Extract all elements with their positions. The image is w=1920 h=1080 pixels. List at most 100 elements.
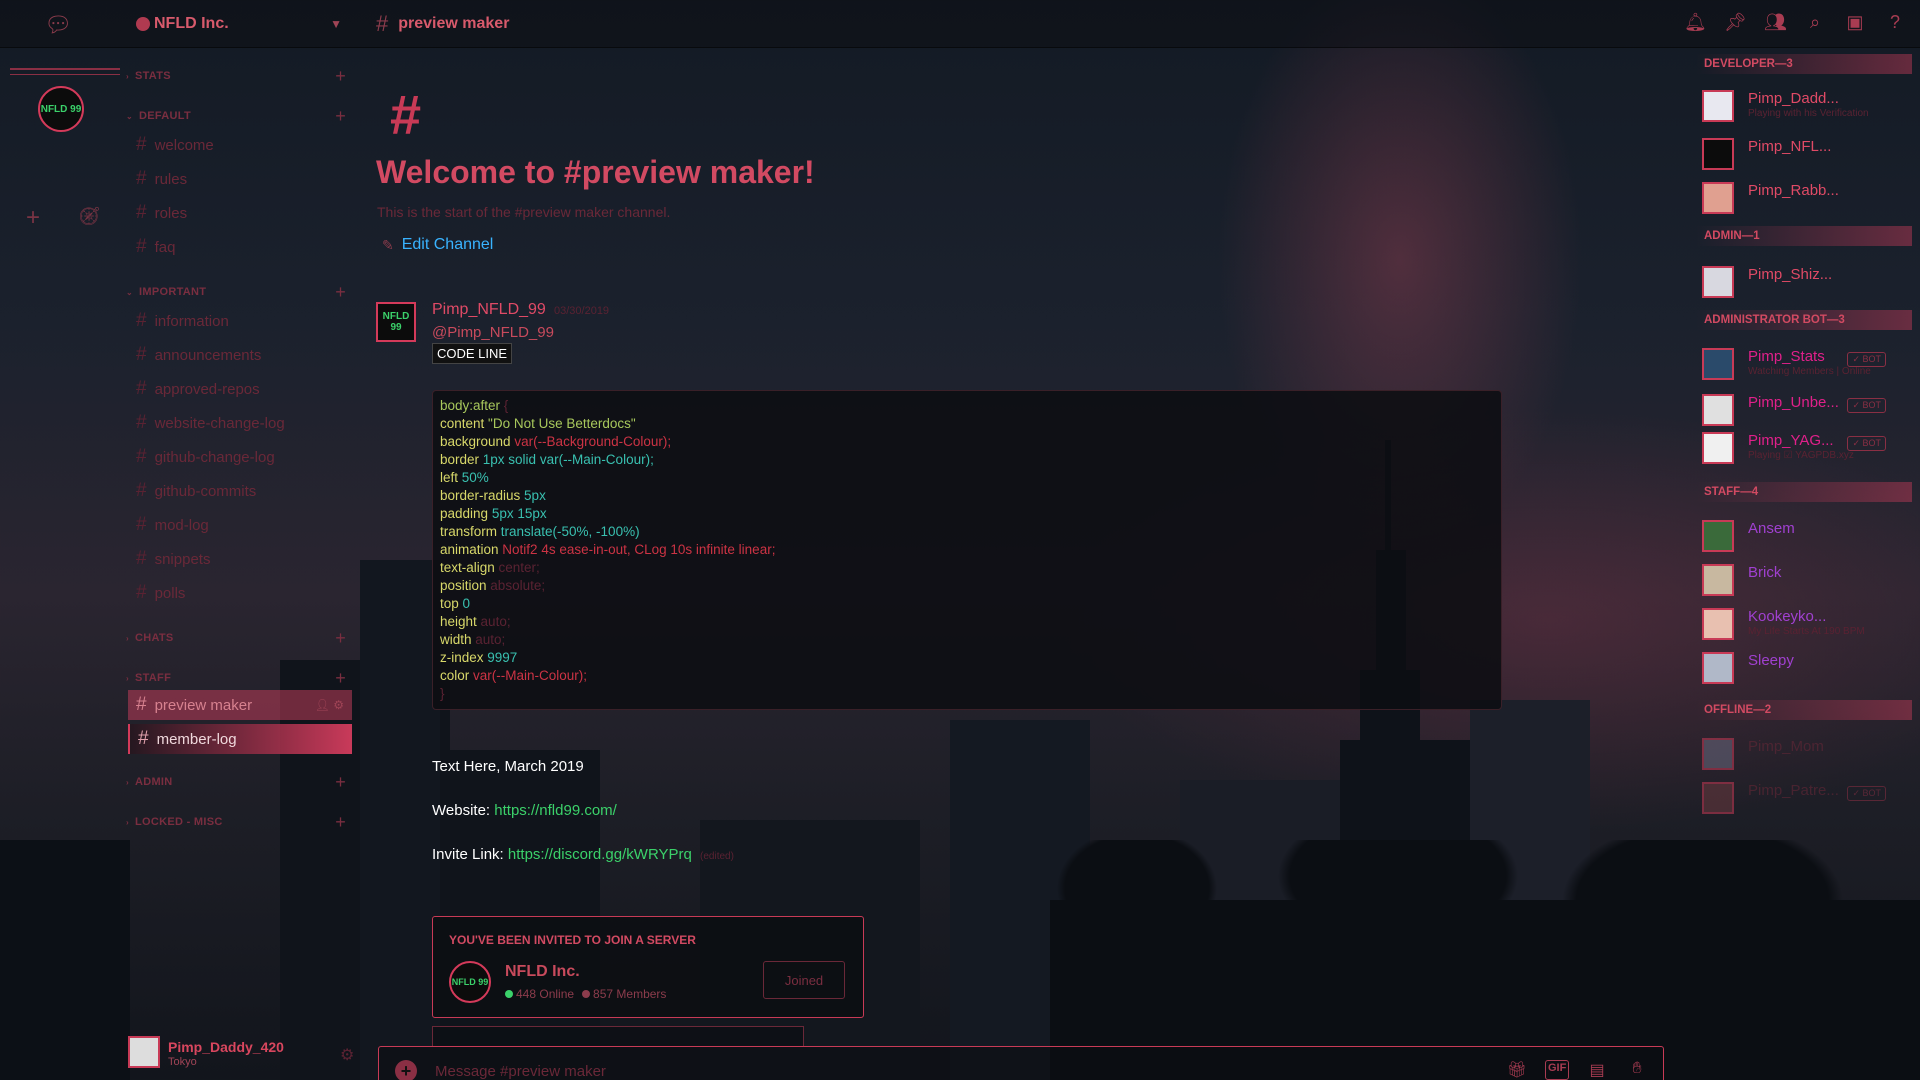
member-item[interactable]: Pimp_Dadd... Playing with his Verificati…: [1696, 86, 1912, 126]
channel-github-change-log[interactable]: # github-change-log: [128, 442, 352, 472]
channel-settings-icon[interactable]: 👤︎ ⚙: [315, 698, 344, 712]
category-label: LOCKED - MISC: [134, 816, 223, 828]
category-label: STATS: [134, 70, 171, 82]
compass-icon[interactable]: 🧭︎: [78, 206, 101, 227]
member-item[interactable]: Pimp_YAG... Playing ☑ YAGPDB.xyz ✓ BOT: [1696, 428, 1912, 468]
channel-label: github-change-log: [154, 448, 275, 466]
category-label: ADMIN: [134, 776, 173, 788]
emoji-icon[interactable]: ✋︎: [1625, 1060, 1649, 1080]
category-admin[interactable]: › ADMIN +: [126, 772, 346, 792]
category-staff[interactable]: › STAFF +: [126, 668, 346, 688]
member-item[interactable]: Kookeyko... My Life Starts At 190 BPM: [1696, 604, 1912, 644]
category-important[interactable]: ⌄ IMPORTANT +: [126, 282, 346, 302]
member-item[interactable]: Pimp_Rabb...: [1696, 178, 1912, 218]
gift-icon[interactable]: 🎁︎: [1505, 1060, 1529, 1080]
hash-icon: #: [136, 378, 147, 399]
avatar[interactable]: [128, 1036, 160, 1068]
code-line: text-align center;: [440, 560, 540, 575]
search-icon[interactable]: ⌕: [1804, 12, 1826, 33]
code-line: padding 5px 15px: [440, 506, 547, 521]
channel-sidebar: › STATS + ⌄ DEFAULT + # welcome # rules # r…: [122, 48, 356, 1020]
user-mention[interactable]: @Pimp_NFLD_99: [432, 324, 554, 341]
channel-snippets[interactable]: # snippets: [128, 544, 352, 574]
channel-polls[interactable]: # polls: [128, 578, 352, 608]
sticker-icon[interactable]: ▤: [1585, 1060, 1609, 1080]
member-item[interactable]: Pimp_Stats Watching Members | Online ✓ B…: [1696, 344, 1912, 384]
category-stats[interactable]: › STATS +: [126, 66, 346, 86]
website-link[interactable]: https://nfld99.com/: [494, 802, 617, 819]
channel-label: information: [154, 312, 229, 330]
member-item[interactable]: Pimp_Mom: [1696, 734, 1912, 774]
hash-icon: #: [136, 514, 147, 535]
category-locked-misc[interactable]: › LOCKED - MISC +: [126, 812, 346, 832]
member-item[interactable]: Brick: [1696, 560, 1912, 600]
gear-icon[interactable]: ⚙: [340, 1045, 354, 1065]
add-channel-icon[interactable]: +: [335, 772, 346, 793]
channel-welcome[interactable]: # welcome: [128, 130, 352, 160]
message-input[interactable]: Message #preview maker: [435, 1063, 606, 1080]
code-line: color var(--Main-Colour);: [440, 668, 588, 683]
category-chats[interactable]: › CHATS +: [126, 628, 346, 648]
channel-label: roles: [154, 204, 188, 222]
channel-preview-maker[interactable]: # preview maker 👤︎ ⚙: [128, 690, 352, 720]
category-default[interactable]: ⌄ DEFAULT +: [126, 106, 346, 126]
avatar: [1702, 90, 1734, 122]
channel-roles[interactable]: # roles: [128, 198, 352, 228]
code-line: z-index 9997: [440, 650, 518, 665]
channel-rules[interactable]: # rules: [128, 164, 352, 194]
category-label: DEFAULT: [139, 110, 192, 122]
member-status: My Life Starts At 190 BPM: [1748, 626, 1865, 637]
invite-link[interactable]: https://discord.gg/kWRYPrq: [508, 846, 692, 863]
gif-icon[interactable]: GIF: [1545, 1060, 1569, 1080]
hash-icon: #: [136, 168, 147, 189]
channel-mod-log[interactable]: # mod-log: [128, 510, 352, 540]
channel-label: rules: [154, 170, 188, 188]
channel-github-commits[interactable]: # github-commits: [128, 476, 352, 506]
member-item[interactable]: Pimp_Shiz...: [1696, 262, 1912, 302]
inbox-icon[interactable]: ▣: [1844, 12, 1866, 33]
add-channel-icon[interactable]: +: [335, 66, 346, 87]
channel-announcements[interactable]: # announcements: [128, 340, 352, 370]
add-channel-icon[interactable]: +: [335, 668, 346, 689]
bell-icon[interactable]: 🔔︎: [1684, 12, 1707, 33]
member-item[interactable]: Pimp_Patre... ✓ BOT: [1696, 778, 1912, 818]
bot-tag: ✓ BOT: [1847, 786, 1886, 801]
channel-information[interactable]: # information: [128, 306, 352, 336]
guild-header[interactable]: NFLD Inc. ▼: [122, 0, 352, 48]
home-chat-icon[interactable]: 💬︎: [44, 12, 72, 38]
channel-faq[interactable]: # faq: [128, 232, 352, 262]
chevron-down-icon: ⌄: [126, 111, 134, 121]
chevron-right-icon: ›: [126, 633, 129, 643]
member-item[interactable]: Pimp_Unbe... ✓ BOT: [1696, 390, 1912, 430]
code-line-label: CODE LINE: [432, 343, 513, 364]
add-server-icon[interactable]: +: [26, 204, 40, 232]
member-item[interactable]: Sleepy: [1696, 648, 1912, 688]
joined-button[interactable]: Joined: [763, 961, 845, 999]
message-author[interactable]: Pimp_NFLD_99: [432, 301, 546, 319]
member-item[interactable]: Pimp_NFL...: [1696, 134, 1912, 174]
invite-header: YOU'VE BEEN INVITED TO JOIN A SERVER: [449, 933, 696, 947]
add-channel-icon[interactable]: +: [335, 812, 346, 833]
top-bar: NFLD Inc. ▼ # preview maker 🔔︎ 📌︎ 👥︎ ⌕ ▣…: [0, 0, 1920, 48]
add-channel-icon[interactable]: +: [335, 282, 346, 303]
add-channel-icon[interactable]: +: [335, 106, 346, 127]
members-icon[interactable]: 👥︎: [1764, 12, 1787, 33]
add-channel-icon[interactable]: +: [335, 628, 346, 649]
edit-channel-link[interactable]: ✎ Edit Channel: [382, 236, 493, 254]
upload-plus-icon[interactable]: +: [395, 1060, 417, 1080]
hash-icon: #: [136, 344, 147, 365]
channel-approved-repos[interactable]: # approved-repos: [128, 374, 352, 404]
code-line: background var(--Background-Colour);: [440, 434, 672, 449]
member-item[interactable]: Ansem: [1696, 516, 1912, 556]
channel-member-log[interactable]: # member-log: [128, 724, 352, 754]
website-label: Website:: [432, 802, 491, 819]
channel-website-change-log[interactable]: # website-change-log: [128, 408, 352, 438]
server-icon-nfld[interactable]: NFLD 99: [38, 86, 84, 132]
hash-icon: #: [136, 694, 147, 715]
help-icon[interactable]: ?: [1884, 12, 1906, 33]
channel-label: welcome: [154, 136, 214, 154]
member-group-offline: OFFLINE—2: [1696, 700, 1912, 720]
pin-icon[interactable]: 📌︎: [1724, 12, 1747, 33]
avatar: [1702, 138, 1734, 170]
message-avatar[interactable]: NFLD 99: [376, 302, 416, 342]
